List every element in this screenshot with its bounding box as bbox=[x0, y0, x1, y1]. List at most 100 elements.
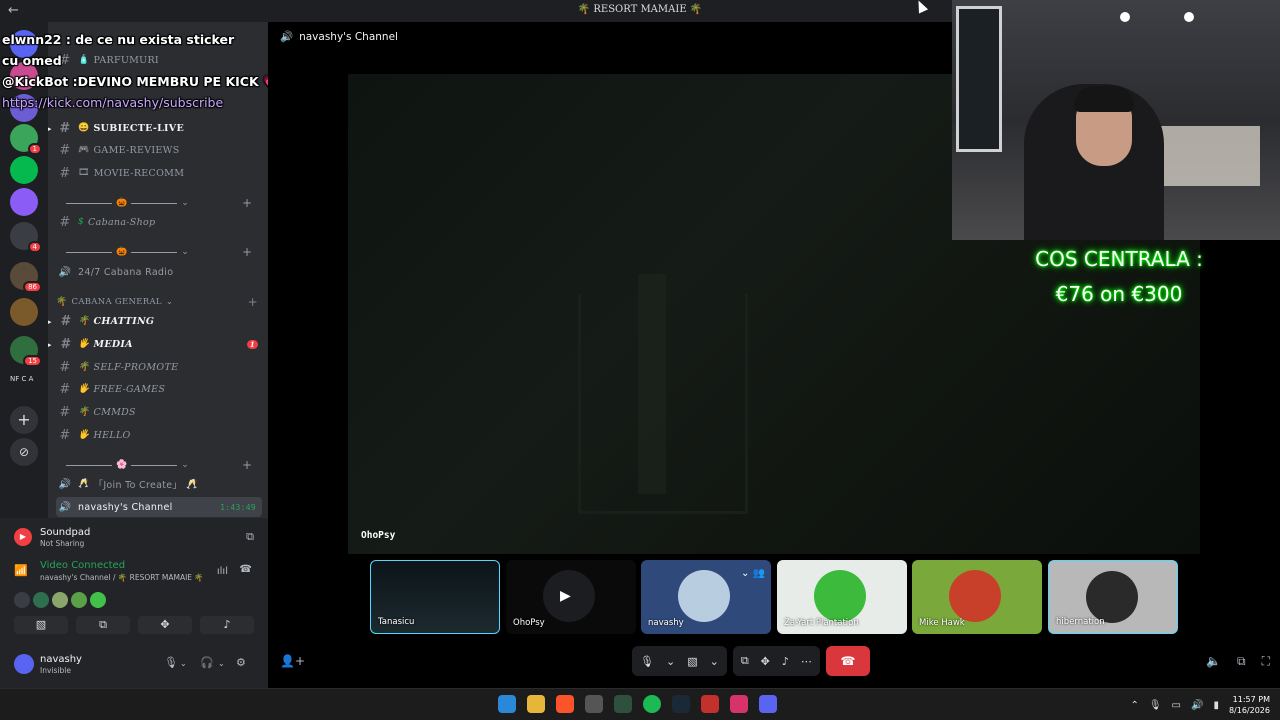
channel-cabana-shop[interactable]: # $ Cabana-Shop bbox=[56, 212, 262, 232]
server-folder-icon[interactable]: 4 bbox=[10, 222, 42, 253]
voice-location[interactable]: navashy's Channel / 🌴 RESORT MAMAIE 🌴 bbox=[40, 573, 204, 582]
avatar[interactable] bbox=[90, 592, 106, 608]
microphone-icon[interactable]: 🎙 bbox=[164, 656, 178, 669]
channel-label: MEDIA bbox=[93, 338, 133, 350]
channel-label: SELF-PROMOTE bbox=[93, 361, 179, 373]
noise-suppression-icon[interactable]: ılıl bbox=[217, 566, 228, 577]
donation-goal: COS CENTRALA : €76 on €300 bbox=[988, 242, 1250, 312]
invite-icon[interactable]: 👤+ bbox=[280, 654, 305, 668]
chevron-down-icon[interactable]: ⌄ bbox=[710, 655, 719, 668]
chevron-down-icon[interactable]: ⌄ bbox=[666, 655, 675, 668]
participant-tile[interactable]: ⌄ 👥 navashy bbox=[641, 560, 771, 634]
camera-off-icon[interactable]: ▧ bbox=[14, 616, 68, 634]
soundboard-icon[interactable]: ♪ bbox=[782, 655, 789, 668]
app-icon[interactable] bbox=[614, 695, 632, 713]
kick-server-icon[interactable] bbox=[10, 156, 38, 184]
volume-icon[interactable]: 🔊 bbox=[1191, 700, 1203, 711]
gear-icon[interactable]: ⚙ bbox=[236, 656, 246, 669]
signal-icon[interactable]: 📶 bbox=[14, 564, 28, 577]
voice-channel-join-to-create[interactable]: 🔊 🥂 「Join To Create」 🥂 bbox=[56, 474, 262, 494]
server-folder-icon[interactable] bbox=[10, 298, 38, 326]
chevron-down-icon[interactable]: ⌄ 👥 bbox=[741, 568, 765, 579]
channel-movie-recomm[interactable]: # 🎞 MOVIE-RECOMM bbox=[56, 163, 262, 183]
category-divider[interactable]: 🎃 ⌄ + bbox=[62, 245, 252, 259]
tiktok-icon[interactable] bbox=[730, 695, 748, 713]
voice-channel-current[interactable]: 🔊 navashy's Channel 1:43:49 bbox=[56, 497, 262, 517]
server-icon[interactable] bbox=[10, 188, 38, 216]
media-player-icon[interactable] bbox=[701, 695, 719, 713]
participant-tile[interactable]: Mike Hawk bbox=[912, 560, 1042, 634]
channel-label: 「Join To Create」 bbox=[93, 480, 183, 491]
channel-cmmds[interactable]: # 🌴 CMMDS bbox=[56, 402, 262, 422]
spotify-icon[interactable] bbox=[643, 695, 661, 713]
channel-media[interactable]: ▸ # 🖐 MEDIA 1 bbox=[48, 334, 262, 354]
microphone-icon[interactable]: 🎙 bbox=[1149, 700, 1162, 711]
network-icon[interactable]: ▭ bbox=[1172, 700, 1181, 711]
start-icon[interactable] bbox=[498, 695, 516, 713]
app-icon[interactable] bbox=[585, 695, 603, 713]
discord-icon[interactable] bbox=[759, 695, 777, 713]
battery-icon[interactable]: ▮ bbox=[1213, 700, 1219, 711]
participant-avatars bbox=[14, 592, 106, 608]
headphones-icon[interactable]: 🎧 bbox=[200, 656, 214, 669]
avatar[interactable] bbox=[14, 654, 34, 674]
soundboard-icon[interactable]: ♪ bbox=[200, 616, 254, 634]
user-panel: ▶ Soundpad Not Sharing ⧉ 📶 Video Connect… bbox=[0, 518, 268, 688]
participant-name: navashy bbox=[648, 618, 684, 628]
disconnect-icon[interactable]: ☎ bbox=[240, 564, 252, 575]
chevron-up-icon[interactable]: ⌃ bbox=[1130, 700, 1138, 711]
chevron-down-icon[interactable]: ⌄ bbox=[218, 659, 225, 668]
server-icon[interactable]: 1 bbox=[10, 124, 42, 155]
channel-game-reviews[interactable]: # 🎮 GAME-REVIEWS bbox=[56, 140, 262, 160]
avatar[interactable] bbox=[33, 592, 49, 608]
text-server[interactable]: NF C A bbox=[10, 374, 38, 384]
participant-tile[interactable]: ▶ OhoPsy bbox=[506, 560, 636, 634]
camera-off-icon[interactable]: ▧ bbox=[687, 655, 697, 668]
channel-hello[interactable]: # 🖐 HELLO bbox=[56, 425, 262, 445]
more-icon[interactable]: ⋯ bbox=[801, 655, 812, 668]
participant-tile[interactable]: hibernation bbox=[1048, 560, 1178, 634]
participant-tile[interactable]: Tanasicu bbox=[370, 560, 500, 634]
screen-share-icon[interactable]: ⧉ bbox=[246, 530, 254, 544]
hang-up-button[interactable]: ☎ bbox=[825, 646, 870, 676]
soundpad-activity[interactable]: ▶ Soundpad Not Sharing ⧉ bbox=[14, 522, 254, 552]
category-divider[interactable]: 🌸 ⌄ + bbox=[62, 458, 252, 472]
participant-tile[interactable]: Za-Yart Plantation bbox=[777, 560, 907, 634]
username[interactable]: navashy bbox=[40, 654, 82, 665]
activities-icon[interactable]: ✥ bbox=[761, 655, 770, 668]
chevron-down-icon[interactable]: ⌄ bbox=[180, 659, 187, 668]
screen-share-icon[interactable]: ⧉ bbox=[741, 654, 749, 668]
fullscreen-icon[interactable]: ⛶ bbox=[1262, 654, 1270, 669]
speaker-icon: 🔊 bbox=[280, 31, 294, 43]
screen-share-icon[interactable]: ⧉ bbox=[76, 616, 130, 634]
chat-line: cu omed bbox=[2, 53, 62, 68]
server-folder-icon[interactable]: 15 bbox=[10, 336, 42, 367]
brave-browser-icon[interactable] bbox=[556, 695, 574, 713]
add-channel-icon[interactable]: + bbox=[248, 295, 258, 309]
avatar[interactable] bbox=[71, 592, 87, 608]
channel-self-promote[interactable]: # 🌴 SELF-PROMOTE bbox=[56, 357, 262, 377]
category-cabana-general[interactable]: 🌴 CABANA GENERAL ⌄ + bbox=[56, 292, 262, 312]
avatar[interactable] bbox=[52, 592, 68, 608]
participant-name: Tanasicu bbox=[378, 617, 415, 627]
channel-chatting[interactable]: ▸ # 🌴 CHATTING bbox=[48, 311, 262, 331]
add-server-icon[interactable]: + bbox=[10, 406, 38, 434]
microphone-icon[interactable]: 🎙 bbox=[640, 655, 654, 668]
channel-label: 24/7 Cabana Radio bbox=[78, 266, 174, 278]
taskbar-apps bbox=[498, 695, 777, 713]
pop-out-icon[interactable]: ⧉ bbox=[1237, 654, 1246, 669]
avatar[interactable] bbox=[14, 592, 30, 608]
channel-subiecte-live[interactable]: ▸ # 😀 SUBIECTE-LIVE bbox=[48, 118, 262, 138]
discover-icon[interactable]: ⊘ bbox=[10, 438, 38, 466]
steam-icon[interactable] bbox=[672, 695, 690, 713]
file-explorer-icon[interactable] bbox=[527, 695, 545, 713]
category-divider[interactable]: 🎃 ⌄ + bbox=[62, 196, 252, 210]
clock[interactable]: 11:57 PM 8/16/2026 bbox=[1229, 694, 1270, 716]
voice-channel-radio[interactable]: 🔊 24/7 Cabana Radio bbox=[56, 262, 262, 282]
hash-icon: # bbox=[59, 404, 71, 420]
volume-icon[interactable]: 🔈 bbox=[1206, 654, 1221, 669]
unread-dot: ▸ bbox=[48, 316, 52, 326]
server-folder-icon[interactable]: 86 bbox=[10, 262, 42, 293]
channel-free-games[interactable]: # 🖐 FREE-GAMES bbox=[56, 379, 262, 399]
activities-icon[interactable]: ✥ bbox=[138, 616, 192, 634]
